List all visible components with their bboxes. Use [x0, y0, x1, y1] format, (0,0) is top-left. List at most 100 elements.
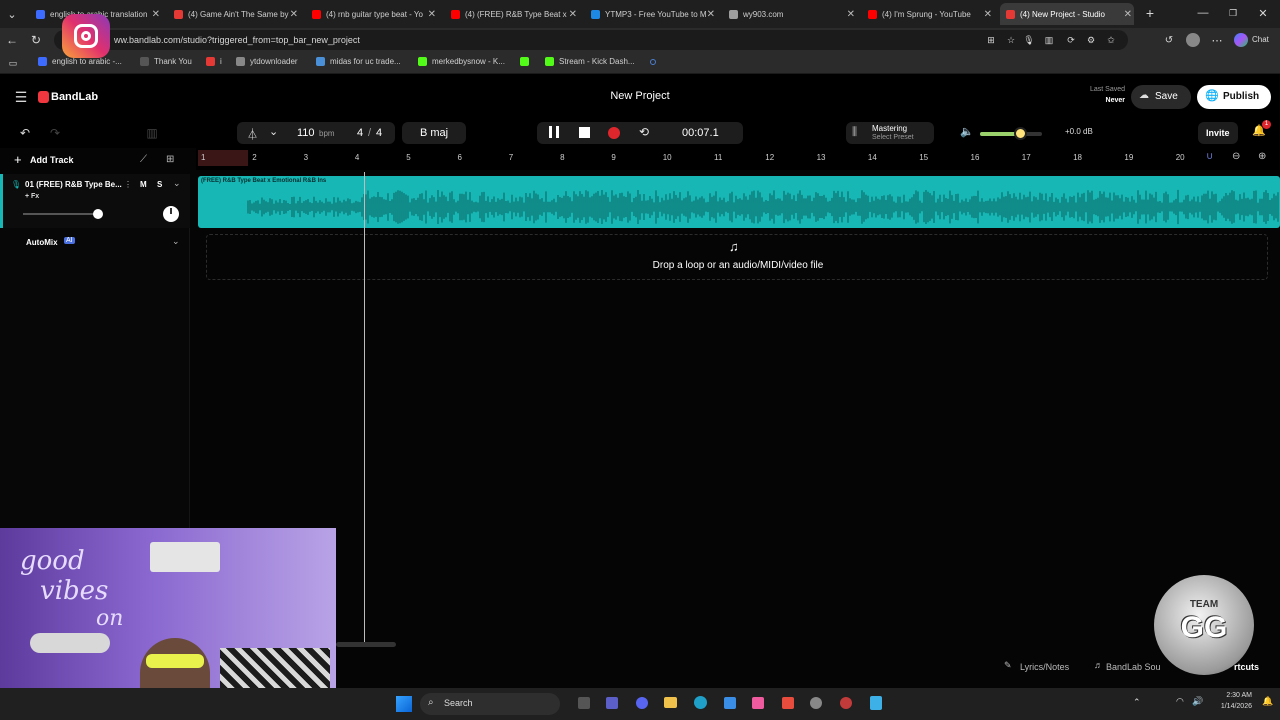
app-icon-colorful[interactable]	[782, 697, 794, 709]
taskbar-time[interactable]: 2:30 AM	[1210, 692, 1252, 699]
browser-tab[interactable]: (4) Game Ain't The Same by ✕	[168, 3, 300, 25]
notepad-icon[interactable]	[870, 696, 882, 710]
track-volume-slider[interactable]	[23, 209, 103, 219]
notification-tray-icon[interactable]: 🔔	[1262, 696, 1273, 707]
add-track-button[interactable]: + Add Track	[14, 152, 94, 170]
wifi-icon[interactable]: ◠	[1176, 696, 1184, 707]
browser-tab[interactable]: (4) I'm Sprung - YouTube ✕	[862, 3, 994, 25]
bookmark-search-icon[interactable]	[650, 59, 656, 65]
undo-icon[interactable]: ↶	[16, 124, 34, 142]
browser-tab[interactable]: (4) rnb guitar type beat - Yo ✕	[306, 3, 438, 25]
bookmark-item[interactable]	[520, 57, 534, 66]
stop-icon[interactable]	[579, 127, 590, 138]
project-title[interactable]: New Project	[560, 90, 720, 102]
volume-tray-icon[interactable]: 🔊	[1192, 696, 1203, 707]
master-volume-knob[interactable]	[1014, 127, 1028, 140]
apps-icon[interactable]: ⊞	[984, 33, 998, 47]
zoom-out-icon[interactable]: ⊖	[1232, 151, 1240, 162]
bookmark-item[interactable]: english to arabic -...	[38, 57, 122, 66]
bookmark-item[interactable]: Stream - Kick Dash...	[545, 57, 635, 66]
address-bar[interactable]: ww.bandlab.com/studio?triggered_from=top…	[54, 30, 1128, 50]
pause-icon[interactable]	[549, 126, 559, 138]
browser-tab[interactable]: YTMP3 - Free YouTube to M ✕	[585, 3, 717, 25]
refresh-ext-icon[interactable]: ⟳	[1064, 33, 1078, 47]
tab-close-icon[interactable]: ✕	[428, 9, 436, 20]
tempo-value[interactable]: 110	[297, 127, 315, 139]
browser-tab[interactable]: wy903.com ✕	[723, 3, 857, 25]
redo-icon[interactable]: ↷	[46, 124, 64, 142]
store-icon[interactable]	[724, 697, 736, 709]
mixer-grid-icon[interactable]: ▥	[142, 124, 162, 142]
audio-clip[interactable]: (FREE) R&B Type Beat x Emotional R&B Ins	[198, 176, 1280, 228]
sidebar-toggle-icon[interactable]: ▭	[6, 56, 20, 70]
track-more-icon[interactable]: ⋮	[124, 180, 132, 189]
tab-list-chevron-icon[interactable]: ⌄	[4, 6, 20, 22]
automix-row[interactable]: AutoMix AI ⌄	[0, 234, 190, 252]
history-icon[interactable]: ↺	[1162, 32, 1176, 48]
time-sig-den[interactable]: 4	[376, 127, 382, 139]
file-explorer-icon[interactable]	[664, 697, 677, 708]
track-expand-chevron-icon[interactable]: ⌄	[173, 178, 181, 189]
tab-close-icon[interactable]: ✕	[847, 9, 855, 20]
bookmark-item[interactable]: midas for uc trade...	[316, 57, 401, 66]
tab-close-icon[interactable]: ✕	[569, 9, 577, 20]
record-icon[interactable]	[608, 127, 620, 139]
new-tab-plus-icon[interactable]: +	[1142, 5, 1158, 21]
key-selector[interactable]: B maj	[402, 122, 466, 144]
taskbar-date[interactable]: 1/14/2026	[1206, 703, 1252, 710]
track-mute-button[interactable]: M	[140, 180, 147, 189]
tray-chevron-icon[interactable]: ⌃	[1133, 697, 1141, 708]
bookmark-item[interactable]: ytdownloader	[236, 57, 298, 66]
speaker-mute-icon[interactable]: 🔈	[960, 125, 974, 138]
teams-icon[interactable]	[606, 697, 618, 709]
tuner-icon[interactable]: ⟋	[140, 154, 147, 165]
tab-close-icon[interactable]: ✕	[707, 9, 715, 20]
timeline-scrollbar[interactable]	[336, 642, 396, 647]
metronome-icon[interactable]: ⏃	[247, 126, 258, 142]
windows-start-icon[interactable]	[396, 696, 412, 712]
mic-icon[interactable]: 🎙	[1022, 33, 1036, 47]
back-arrow-icon[interactable]: ←	[4, 32, 20, 48]
time-sig-num[interactable]: 4	[357, 127, 363, 139]
time-display[interactable]: 00:07.1	[682, 127, 719, 139]
track-settings-icon[interactable]: ⊞	[166, 154, 174, 165]
loop-region[interactable]	[198, 150, 248, 166]
favorites-icon[interactable]: ✩	[1104, 33, 1118, 47]
snap-magnet-icon[interactable]: ∪	[1206, 151, 1213, 162]
track-volume-knob[interactable]	[93, 209, 103, 219]
master-volume-slider[interactable]	[980, 127, 1042, 140]
hamburger-menu-icon[interactable]: ☰	[12, 89, 30, 105]
copilot-icon[interactable]	[1234, 33, 1248, 47]
mastering-button[interactable]: ⫼ Mastering Select Preset	[846, 122, 934, 144]
bookmark-star-icon[interactable]: ☆	[1004, 33, 1018, 47]
track-solo-button[interactable]: S	[157, 180, 162, 189]
loop-icon[interactable]: ⟲	[639, 125, 649, 139]
taskbar-search[interactable]: ⌕ Search	[420, 693, 560, 715]
playhead[interactable]	[364, 172, 365, 647]
shortcuts-label[interactable]: rtcuts	[1234, 662, 1259, 672]
app-icon-pink[interactable]	[752, 697, 764, 709]
minimize-icon[interactable]: —	[1196, 5, 1210, 21]
reader-icon[interactable]: ▥	[1042, 33, 1056, 47]
bookmark-item[interactable]: merkedbysnow - K...	[418, 57, 505, 66]
zoom-in-icon[interactable]: ⊕	[1258, 151, 1266, 162]
edge-icon[interactable]	[694, 696, 707, 709]
tab-close-icon[interactable]: ✕	[290, 9, 298, 20]
save-button[interactable]: ☁ Save	[1131, 85, 1191, 109]
track-fx-button[interactable]: + Fx	[25, 193, 39, 200]
publish-button[interactable]: 🌐 Publish	[1197, 85, 1271, 109]
settings-gear-icon[interactable]	[810, 697, 822, 709]
bookmark-item[interactable]: Thank You	[140, 57, 192, 66]
browser-tab[interactable]: (4) New Project - Studio ✕	[1000, 3, 1134, 25]
close-window-icon[interactable]: ✕	[1256, 5, 1270, 21]
app-icon-red[interactable]	[840, 697, 852, 709]
profile-avatar[interactable]	[1186, 33, 1200, 47]
drop-zone[interactable]: ♫ Drop a loop or an audio/MIDI/video fil…	[206, 234, 1268, 280]
maximize-icon[interactable]: ❐	[1226, 5, 1240, 21]
track-pan-knob[interactable]	[163, 206, 179, 222]
tab-close-icon[interactable]: ✕	[152, 9, 160, 20]
extensions-icon[interactable]: ⚙	[1084, 33, 1098, 47]
more-menu-icon[interactable]: ⋯	[1210, 32, 1224, 48]
bandlab-sounds-button[interactable]: ♬ BandLab Sou	[1090, 658, 1180, 676]
tab-close-icon[interactable]: ✕	[1124, 9, 1132, 20]
